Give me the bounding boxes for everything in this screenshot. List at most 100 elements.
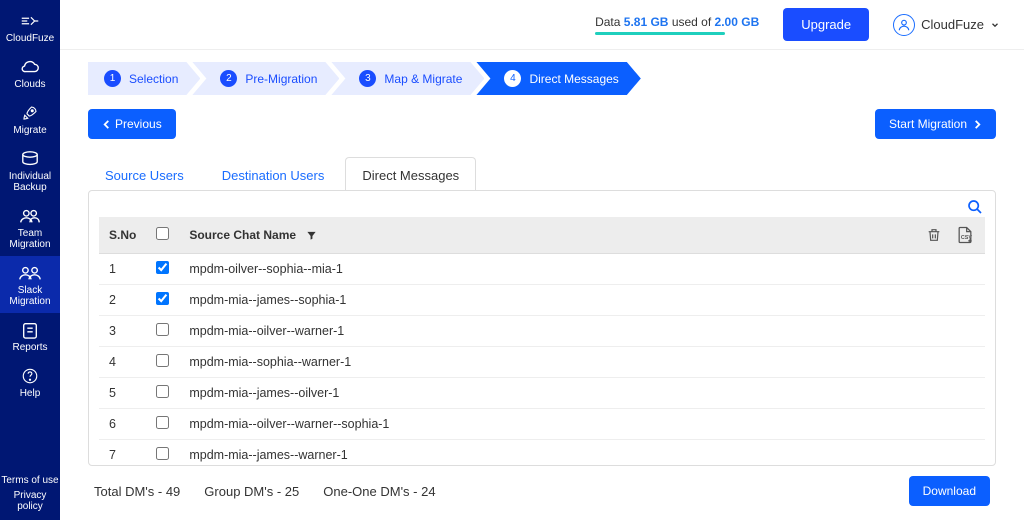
sidebar-item-team-migration[interactable]: Team Migration — [0, 199, 60, 256]
cell-sno: 5 — [99, 378, 146, 409]
stepper: 1 Selection 2 Pre-Migration 3 Map & Migr… — [88, 62, 996, 95]
sidebar-item-label: Help — [2, 388, 58, 399]
tab-destination-users[interactable]: Destination Users — [205, 157, 342, 191]
cell-checkbox — [146, 440, 179, 466]
tabs: Source Users Destination Users Direct Me… — [88, 157, 996, 191]
sidebar-item-reports[interactable]: Reports — [0, 313, 60, 359]
chevron-right-icon — [973, 119, 982, 130]
sidebar-item-clouds[interactable]: Clouds — [0, 50, 60, 96]
sidebar-item-label: Reports — [2, 342, 58, 353]
account-menu[interactable]: CloudFuze — [893, 14, 1000, 36]
start-label: Start Migration — [889, 117, 967, 131]
summary-total: Total DM's - 49 — [94, 484, 180, 499]
upgrade-button[interactable]: Upgrade — [783, 8, 869, 41]
sidebar-item-label: Clouds — [2, 79, 58, 90]
step-pre-migration[interactable]: 2 Pre-Migration — [192, 62, 339, 95]
slack-icon — [19, 264, 41, 282]
table-row: 6 mpdm-mia--oilver--warner--sophia-1 — [99, 409, 985, 440]
sidebar-item-label: CloudFuze — [2, 33, 58, 44]
cell-sno: 2 — [99, 285, 146, 316]
col-actions: CSV — [915, 217, 985, 254]
summary-group: Group DM's - 25 — [204, 484, 299, 499]
row-checkbox[interactable] — [156, 416, 169, 429]
row-checkbox[interactable] — [156, 261, 169, 274]
cell-sno: 4 — [99, 347, 146, 378]
row-checkbox[interactable] — [156, 323, 169, 336]
reports-icon — [19, 321, 41, 339]
sidebar-item-cloudfuze[interactable]: CloudFuze — [0, 4, 60, 50]
search-icon[interactable] — [967, 199, 983, 215]
sidebar-item-individual-backup[interactable]: Individual Backup — [0, 142, 60, 199]
cell-sno: 7 — [99, 440, 146, 466]
tab-source-users[interactable]: Source Users — [88, 157, 201, 191]
rocket-icon — [19, 104, 41, 122]
step-number: 4 — [504, 70, 521, 87]
cell-checkbox — [146, 347, 179, 378]
cell-sno: 6 — [99, 409, 146, 440]
step-direct-messages[interactable]: 4 Direct Messages — [476, 62, 640, 95]
cell-chat-name: mpdm-mia--sophia--warner-1 — [179, 347, 985, 378]
sidebar-item-help[interactable]: Help — [0, 359, 60, 405]
sidebar-footer: Terms of use Privacy policy — [0, 473, 60, 520]
action-row: Previous Start Migration — [88, 109, 996, 139]
summary-row: Total DM's - 49 Group DM's - 25 One-One … — [88, 466, 996, 510]
col-chat-name: Source Chat Name — [179, 217, 915, 254]
user-icon — [893, 14, 915, 36]
cell-checkbox — [146, 254, 179, 285]
start-migration-button[interactable]: Start Migration — [875, 109, 996, 139]
filter-icon[interactable] — [306, 230, 317, 241]
previous-button[interactable]: Previous — [88, 109, 176, 139]
table-row: 3mpdm-mia--oilver--warner-1 — [99, 316, 985, 347]
chevron-left-icon — [102, 119, 111, 130]
download-button[interactable]: Download — [909, 476, 990, 506]
backup-icon — [19, 150, 41, 168]
cell-sno: 3 — [99, 316, 146, 347]
sidebar-item-migrate[interactable]: Migrate — [0, 96, 60, 142]
csv-export-icon[interactable]: CSV — [955, 225, 975, 245]
step-selection[interactable]: 1 Selection — [88, 62, 200, 95]
data-label: Data — [595, 15, 620, 29]
row-checkbox[interactable] — [156, 292, 169, 305]
previous-label: Previous — [115, 117, 162, 131]
sidebar-item-label: Slack Migration — [2, 285, 58, 307]
sidebar: CloudFuze Clouds Migrate Individual Back… — [0, 0, 60, 520]
step-number: 2 — [220, 70, 237, 87]
step-label: Pre-Migration — [245, 72, 317, 86]
cell-chat-name: mpdm-mia--oilver--warner--sophia-1 — [179, 409, 985, 440]
trash-icon[interactable] — [926, 227, 942, 243]
main: Data 5.81 GB used of 2.00 GB Upgrade Clo… — [60, 0, 1024, 520]
table-row: 2mpdm-mia--james--sophia-1 — [99, 285, 985, 316]
privacy-link[interactable]: Privacy policy — [0, 488, 60, 514]
content: 1 Selection 2 Pre-Migration 3 Map & Migr… — [60, 50, 1024, 520]
chevron-down-icon — [990, 20, 1000, 30]
table-row: 1mpdm-oilver--sophia--mia-1 — [99, 254, 985, 285]
cloud-icon — [19, 58, 41, 76]
cell-checkbox — [146, 316, 179, 347]
sidebar-item-label: Team Migration — [2, 228, 58, 250]
data-usage: Data 5.81 GB used of 2.00 GB — [595, 15, 759, 35]
cell-checkbox — [146, 409, 179, 440]
row-checkbox[interactable] — [156, 385, 169, 398]
table-row: 5 mpdm-mia--james--oilver-1 — [99, 378, 985, 409]
help-icon — [19, 367, 41, 385]
sidebar-item-label: Migrate — [2, 125, 58, 136]
sidebar-item-slack-migration[interactable]: Slack Migration — [0, 256, 60, 313]
topbar: Data 5.81 GB used of 2.00 GB Upgrade Clo… — [60, 0, 1024, 50]
cell-chat-name: mpdm-mia--james--oilver-1 — [179, 378, 985, 409]
data-mid: used of — [672, 15, 711, 29]
tab-direct-messages[interactable]: Direct Messages — [345, 157, 476, 191]
cell-checkbox — [146, 285, 179, 316]
cell-checkbox — [146, 378, 179, 409]
row-checkbox[interactable] — [156, 354, 169, 367]
terms-link[interactable]: Terms of use — [0, 473, 60, 488]
table-row: 4 mpdm-mia--sophia--warner-1 — [99, 347, 985, 378]
data-used: 5.81 GB — [624, 15, 669, 29]
select-all-checkbox[interactable] — [156, 227, 169, 240]
step-label: Map & Migrate — [384, 72, 462, 86]
step-map-migrate[interactable]: 3 Map & Migrate — [331, 62, 484, 95]
step-label: Direct Messages — [529, 72, 618, 86]
row-checkbox[interactable] — [156, 447, 169, 460]
col-select-all — [146, 217, 179, 254]
col-chat-label: Source Chat Name — [189, 228, 296, 242]
step-label: Selection — [129, 72, 178, 86]
